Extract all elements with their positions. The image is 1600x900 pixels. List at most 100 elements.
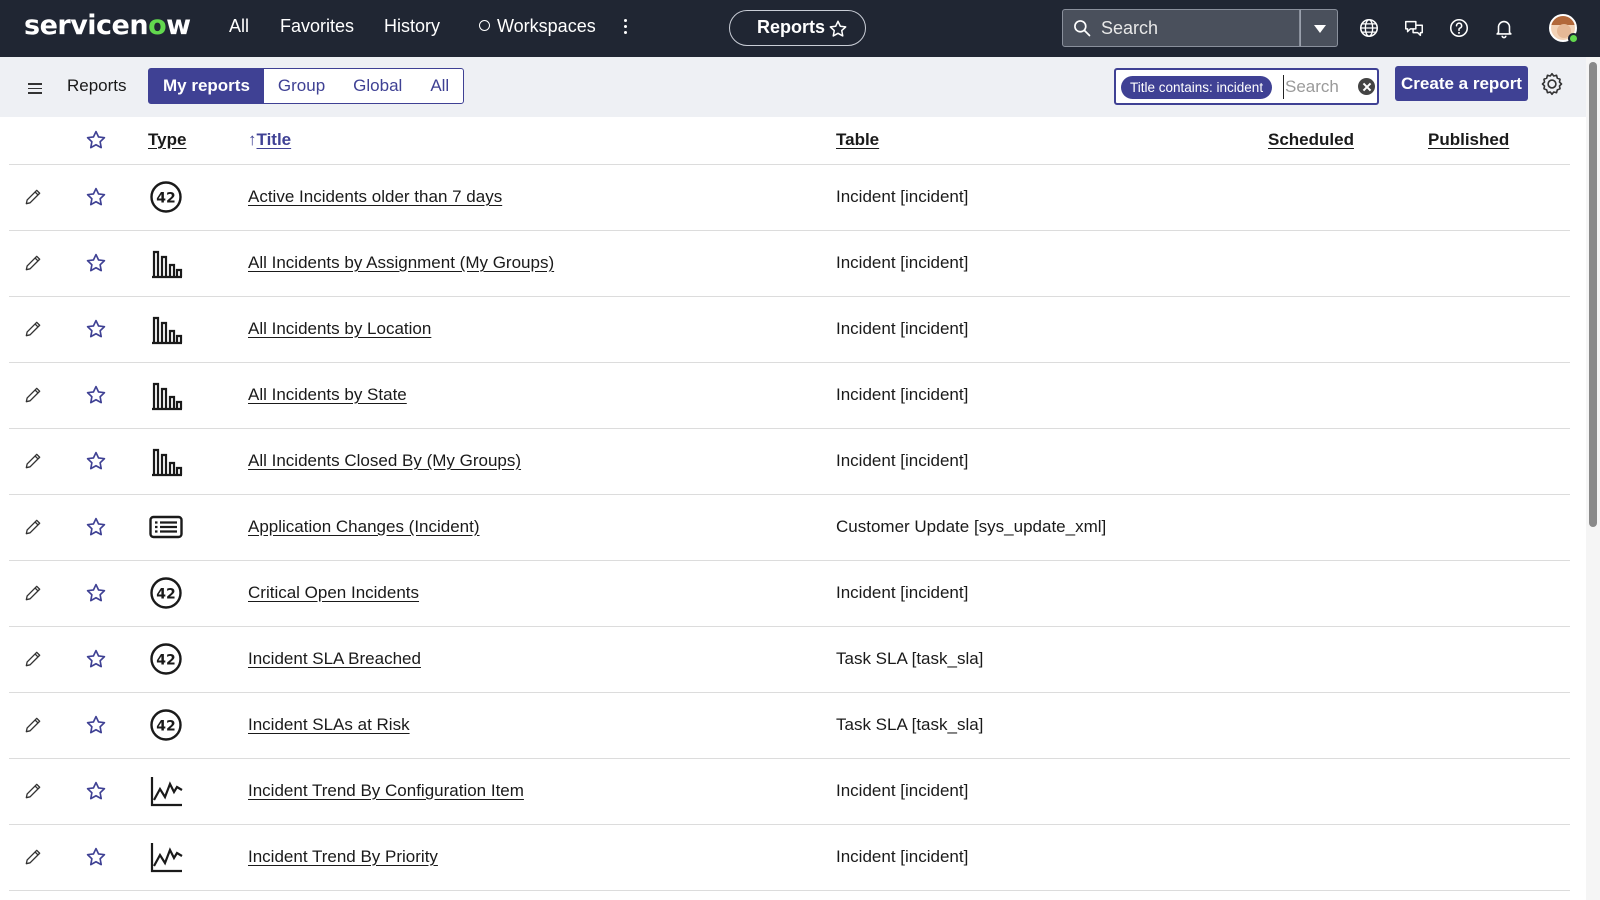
favorite-star-icon[interactable] bbox=[85, 582, 107, 609]
favorite-star-icon[interactable] bbox=[85, 384, 107, 411]
report-title-link[interactable]: Critical Open Incidents bbox=[248, 583, 419, 603]
servicenow-logo[interactable]: servicenow bbox=[24, 10, 191, 41]
report-title-link[interactable]: Active Incidents older than 7 days bbox=[248, 187, 502, 207]
column-header-type[interactable]: Type bbox=[148, 130, 186, 150]
report-title-link[interactable]: All Incidents by State bbox=[248, 385, 407, 405]
report-table-name: Incident [incident] bbox=[836, 583, 969, 602]
global-search-input[interactable] bbox=[1101, 17, 1291, 39]
edit-pencil-icon[interactable] bbox=[23, 451, 43, 476]
edit-pencil-icon[interactable] bbox=[23, 715, 43, 740]
favorite-star-icon[interactable] bbox=[85, 252, 107, 279]
tab-my-reports[interactable]: My reports bbox=[149, 69, 264, 103]
global-search[interactable] bbox=[1062, 9, 1300, 47]
report-title-link[interactable]: Incident Trend By Priority bbox=[248, 847, 438, 867]
context-pill-label: Reports bbox=[757, 17, 826, 37]
svg-text:42: 42 bbox=[156, 587, 175, 603]
report-table-header: Type ↑Title Table Scheduled Published bbox=[9, 117, 1570, 165]
edit-pencil-icon[interactable] bbox=[23, 847, 43, 872]
table-row: All Incidents by Location Incident [incid… bbox=[9, 297, 1570, 363]
report-filter-search[interactable]: Title contains: incident bbox=[1114, 68, 1379, 105]
report-scope-tabs: My reports Group Global All bbox=[148, 68, 465, 104]
favorite-star-icon[interactable] bbox=[85, 714, 107, 741]
favorite-star-icon[interactable] bbox=[85, 648, 107, 675]
table-row: All Incidents Closed By (My Groups) Incid… bbox=[9, 429, 1570, 495]
table-row: Incident Trend By Configuration Item Inci… bbox=[9, 759, 1570, 825]
favorite-star-icon[interactable] bbox=[85, 450, 107, 477]
nav-favorites[interactable]: Favorites bbox=[280, 16, 354, 37]
table-row: 42 Incident SLA Breached Task SLA [task_sl… bbox=[9, 627, 1570, 693]
report-title-link[interactable]: Incident SLA Breached bbox=[248, 649, 421, 669]
edit-pencil-icon[interactable] bbox=[23, 385, 43, 410]
table-row: All Incidents by State Incident [incident… bbox=[9, 363, 1570, 429]
favorite-star-icon[interactable] bbox=[85, 186, 107, 213]
context-pill-reports[interactable]: Reports bbox=[729, 10, 866, 46]
single-score-icon: 42 bbox=[149, 708, 183, 742]
tab-all[interactable]: All bbox=[416, 69, 463, 103]
reports-toolbar: Reports My reports Group Global All Titl… bbox=[0, 57, 1586, 117]
create-report-button[interactable]: Create a report bbox=[1395, 66, 1528, 101]
edit-pencil-icon[interactable] bbox=[23, 583, 43, 608]
report-title-link[interactable]: All Incidents by Location bbox=[248, 319, 431, 339]
edit-pencil-icon[interactable] bbox=[23, 517, 43, 542]
workspaces-icon bbox=[479, 20, 490, 31]
hamburger-menu-icon[interactable] bbox=[28, 83, 42, 97]
bar-chart-icon bbox=[149, 378, 183, 412]
table-row: 42 Critical Open Incidents Incident [incid… bbox=[9, 561, 1570, 627]
scrollbar-thumb[interactable] bbox=[1589, 62, 1597, 527]
nav-all[interactable]: All bbox=[229, 16, 249, 37]
report-table-name: Incident [incident] bbox=[836, 319, 969, 338]
favorite-column-star-icon[interactable] bbox=[85, 129, 107, 151]
column-header-published[interactable]: Published bbox=[1428, 130, 1509, 150]
favorite-star-icon[interactable] bbox=[828, 19, 848, 39]
column-header-title[interactable]: ↑Title bbox=[248, 130, 291, 150]
gear-icon[interactable] bbox=[1539, 71, 1565, 97]
table-row: 42 Incident SLAs at Risk Task SLA [task_sl… bbox=[9, 693, 1570, 759]
bell-icon[interactable] bbox=[1493, 17, 1515, 39]
report-table-name: Incident [incident] bbox=[836, 253, 969, 272]
column-header-table[interactable]: Table bbox=[836, 130, 879, 150]
table-row: All Incidents by Assignment (My Groups) I… bbox=[9, 231, 1570, 297]
more-menu-icon[interactable] bbox=[622, 17, 628, 39]
tab-group[interactable]: Group bbox=[264, 69, 339, 103]
nav-workspaces[interactable]: Workspaces bbox=[479, 16, 596, 37]
column-header-title-label: Title bbox=[256, 130, 292, 149]
help-icon[interactable] bbox=[1448, 17, 1470, 39]
table-row: 42 Active Incidents older than 7 days Inci… bbox=[9, 165, 1570, 231]
report-title-link[interactable]: All Incidents by Assignment (My Groups) bbox=[248, 253, 554, 273]
favorite-star-icon[interactable] bbox=[85, 846, 107, 873]
report-title-link[interactable]: Application Changes (Incident) bbox=[248, 517, 480, 537]
column-header-scheduled[interactable]: Scheduled bbox=[1268, 130, 1354, 150]
report-table-name: Incident [incident] bbox=[836, 781, 969, 800]
sort-ascending-icon: ↑ bbox=[248, 130, 257, 149]
list-report-icon bbox=[149, 510, 183, 544]
svg-text:42: 42 bbox=[156, 653, 175, 669]
report-search-input[interactable] bbox=[1283, 75, 1355, 99]
tab-global[interactable]: Global bbox=[339, 69, 416, 103]
report-title-link[interactable]: Incident Trend By Configuration Item bbox=[248, 781, 524, 801]
edit-pencil-icon[interactable] bbox=[23, 253, 43, 278]
page-title: Reports bbox=[67, 76, 127, 95]
report-table-name: Incident [incident] bbox=[836, 187, 969, 206]
edit-pencil-icon[interactable] bbox=[23, 187, 43, 212]
chat-icon[interactable] bbox=[1403, 17, 1425, 39]
search-scope-dropdown[interactable] bbox=[1300, 9, 1338, 47]
report-table-name: Task SLA [task_sla] bbox=[836, 649, 984, 668]
favorite-star-icon[interactable] bbox=[85, 780, 107, 807]
table-row: Application Changes (Incident) Customer U… bbox=[9, 495, 1570, 561]
edit-pencil-icon[interactable] bbox=[23, 649, 43, 674]
table-row: Incident Trend By Priority Incident [inci… bbox=[9, 825, 1570, 891]
report-table-name: Incident [incident] bbox=[836, 847, 969, 866]
favorite-star-icon[interactable] bbox=[85, 318, 107, 345]
globe-icon[interactable] bbox=[1358, 17, 1380, 39]
report-title-link[interactable]: All Incidents Closed By (My Groups) bbox=[248, 451, 521, 471]
clear-filter-icon[interactable] bbox=[1358, 78, 1375, 95]
report-table-name: Incident [incident] bbox=[836, 451, 969, 470]
favorite-star-icon[interactable] bbox=[85, 516, 107, 543]
nav-history[interactable]: History bbox=[384, 16, 440, 37]
edit-pencil-icon[interactable] bbox=[23, 781, 43, 806]
report-table-name: Task SLA [task_sla] bbox=[836, 715, 984, 734]
edit-pencil-icon[interactable] bbox=[23, 319, 43, 344]
search-icon bbox=[1074, 20, 1091, 37]
report-title-link[interactable]: Incident SLAs at Risk bbox=[248, 715, 410, 735]
filter-chip[interactable]: Title contains: incident bbox=[1121, 76, 1273, 99]
